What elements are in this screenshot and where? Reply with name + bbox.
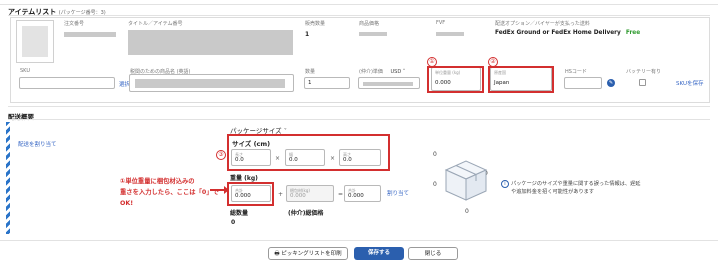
shipping-divider: [8, 119, 710, 120]
print-label: ピッキングリストを印刷: [281, 251, 342, 257]
width-input[interactable]: 幅 0.0: [285, 149, 325, 166]
used-price-input[interactable]: [358, 77, 420, 89]
box-dim-zero-1: 0: [433, 151, 437, 158]
total-value: 0.000: [348, 193, 364, 199]
shipping-option-value: FedEx Ground or FedEx Home Delivery Free: [495, 30, 640, 36]
package-box-icon: [444, 160, 488, 201]
header-title-item-no: タイトル／アイテム番号: [128, 21, 183, 27]
battery-label: バッテリー有り: [626, 69, 662, 75]
edit-icon[interactable]: ✎: [607, 79, 615, 87]
chevron-down-icon: ˅: [402, 69, 406, 75]
title-redacted: [128, 30, 293, 55]
info-text-line-1: パッケージのサイズや重量に関する誤った情報は、遅延: [511, 181, 641, 187]
packing-weight-input[interactable]: 梱包材(kg) 0.000: [286, 185, 334, 202]
sku-input[interactable]: [19, 77, 115, 89]
section-divider: [8, 106, 710, 107]
width-value: 0.0: [289, 157, 298, 163]
note-line-3: OK!: [120, 200, 134, 207]
currency-select[interactable]: USD: [391, 69, 402, 75]
customs-name-redacted: [135, 79, 285, 88]
length-input[interactable]: 長さ 0.0: [231, 149, 271, 166]
size-label: サイズ (cm): [232, 140, 271, 148]
print-picking-list-button[interactable]: 🖶 ピッキングリストを印刷: [268, 247, 348, 260]
close-button[interactable]: 閉じる: [408, 247, 458, 260]
items-divider: [8, 15, 710, 16]
height-value: 0.0: [343, 157, 352, 163]
header-fvf: FVF: [436, 20, 446, 26]
used-price-redacted: [363, 82, 413, 86]
sold-qty-value: 1: [305, 31, 310, 38]
info-text-line-2: や追加料金を招く可能性があります: [511, 189, 595, 195]
height-input[interactable]: 高さ 0.0: [339, 149, 381, 166]
total-qty-label: 総数量: [230, 210, 249, 217]
equals-sign: =: [338, 191, 344, 198]
plus-sign: +: [278, 191, 284, 198]
printer-icon: 🖶: [274, 251, 280, 257]
annotation-box-unit-weight: [427, 66, 484, 93]
header-shipping-option: 配送オプション／バイヤーが支払った送料: [495, 21, 590, 27]
annotation-note: ①単位重量に梱包材込みの 重さを入力したら、ここは「0」で OK!: [120, 176, 219, 209]
save-button[interactable]: 保存する: [354, 247, 404, 260]
header-price: 商品価格: [359, 21, 380, 27]
shipping-free-text: Free: [625, 30, 641, 36]
info-text: パッケージのサイズや重量に関する誤った情報は、遅延 や追加料金を招く可能性があり…: [511, 180, 640, 196]
used-total-label: (仲介)総価格: [288, 210, 324, 217]
fvf-redacted: [436, 32, 464, 36]
weight-input[interactable]: 合計 0.000: [231, 185, 271, 202]
length-value: 0.0: [235, 157, 244, 163]
header-order-no: 注文番号: [64, 21, 85, 27]
quantity-label: 数量: [305, 69, 316, 75]
note-line-1: ①単位重量に梱包材込みの: [120, 178, 195, 185]
info-icon: i: [501, 180, 509, 188]
weight-value: 0.000: [235, 193, 251, 199]
total-weight-input[interactable]: 合計 0.000: [344, 185, 381, 202]
package-stripe: [6, 122, 10, 234]
battery-checkbox[interactable]: [639, 79, 646, 86]
sku-label: SKU: [20, 68, 30, 74]
reassign-link[interactable]: 割り当て: [387, 189, 409, 197]
footer-divider: [0, 240, 718, 241]
assign-shipping-link[interactable]: 配送を割り当て: [18, 140, 57, 148]
quantity-value: 1: [308, 80, 312, 86]
annotation-marker-3: ③: [216, 150, 226, 160]
top-divider: [0, 4, 718, 5]
weight-label: 重量 (kg): [230, 175, 258, 182]
customs-name-input[interactable]: [129, 74, 294, 92]
quantity-input[interactable]: 1: [304, 77, 350, 89]
note-line-2: 重さを入力したら、ここは「0」で: [120, 189, 219, 196]
annotation-box-origin: [488, 66, 554, 93]
hs-code-input[interactable]: [564, 77, 602, 89]
used-price-label: (仲介)単価 USD ˅: [359, 68, 405, 75]
times-sign-2: ×: [330, 155, 336, 162]
price-redacted: [359, 32, 387, 36]
box-dim-zero-3: 0: [465, 208, 469, 215]
times-sign-1: ×: [275, 155, 281, 162]
order-no-redacted: [64, 32, 116, 37]
packing-value: 0.000: [290, 193, 306, 199]
thumbnail-placeholder-image: [22, 26, 48, 57]
annotation-arrow-head: [224, 186, 229, 194]
sku-save-link[interactable]: SKUを保存: [676, 79, 703, 87]
header-sold-qty: 販売数量: [305, 21, 326, 27]
item-thumbnail[interactable]: [16, 20, 54, 63]
hs-label: HSコード: [565, 69, 587, 75]
total-qty-value: 0: [231, 219, 236, 226]
shipping-method-text: FedEx Ground or FedEx Home Delivery: [495, 30, 621, 36]
box-dim-zero-2: 0: [433, 181, 437, 188]
used-price-label-text: (仲介)単価: [359, 69, 383, 75]
